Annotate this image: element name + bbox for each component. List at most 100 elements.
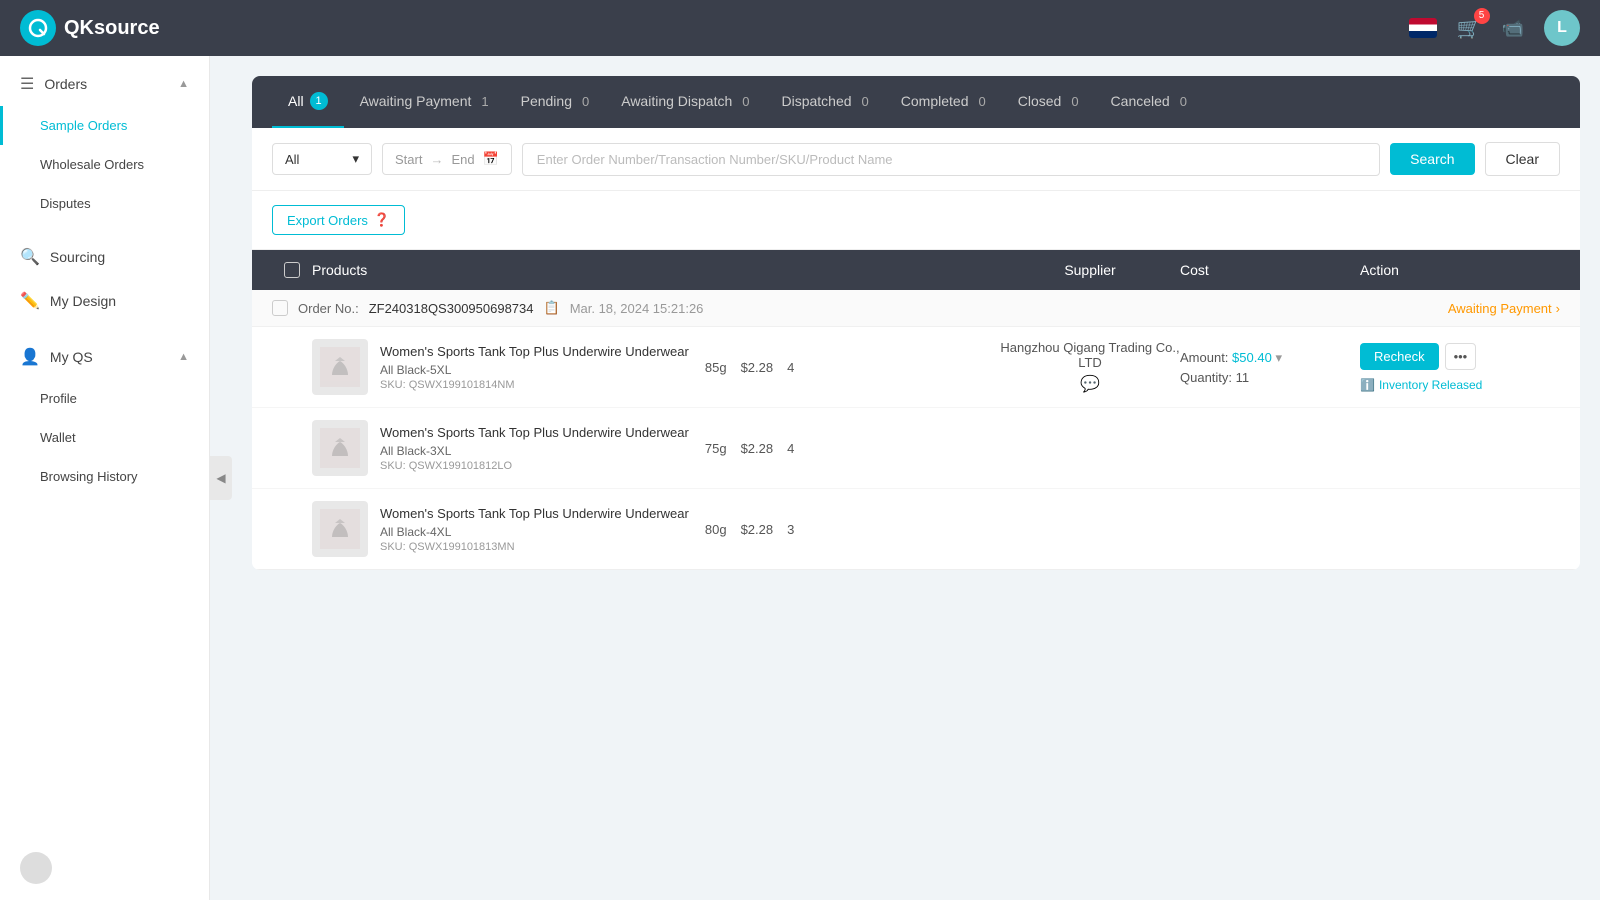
tab-all-label: All — [288, 93, 304, 109]
sidebar-item-myqs[interactable]: 👤 My QS ▲ — [0, 335, 209, 379]
sidebar-item-sample-orders[interactable]: Sample Orders — [0, 106, 209, 145]
language-flag[interactable] — [1409, 18, 1437, 38]
user-avatar[interactable]: L — [1544, 10, 1580, 46]
product-price-1: $2.28 — [741, 360, 774, 375]
product-image-1 — [312, 339, 368, 395]
order-copy-icon[interactable]: 📋 — [544, 300, 560, 316]
tab-all[interactable]: All 1 — [272, 76, 344, 128]
clear-button[interactable]: Clear — [1485, 142, 1560, 176]
product-image-2 — [312, 420, 368, 476]
sidebar-item-wholesale-orders-label: Wholesale Orders — [40, 157, 144, 172]
export-row: Export Orders ❓ — [252, 191, 1580, 250]
sidebar-section-sourcing: 🔍 Sourcing ✏️ My Design — [0, 229, 209, 329]
product-cell-2: Women's Sports Tank Top Plus Underwire U… — [312, 420, 1000, 476]
product-meta-3: 80g $2.28 3 — [705, 522, 794, 537]
cost-expand-icon[interactable]: ▾ — [1275, 350, 1282, 365]
product-weight-2: 75g — [705, 441, 727, 456]
sidebar-item-orders[interactable]: ☰ Orders ▲ — [0, 62, 209, 106]
sidebar-item-sourcing-label: Sourcing — [50, 249, 105, 265]
sidebar-item-profile[interactable]: Profile — [0, 379, 209, 418]
sidebar-item-mydesign-label: My Design — [50, 293, 116, 309]
cart-button[interactable]: 🛒 5 — [1457, 16, 1482, 41]
sidebar-item-mydesign[interactable]: ✏️ My Design — [0, 279, 209, 323]
product-qty-1: 4 — [787, 360, 794, 375]
logo[interactable]: QKsource — [20, 10, 160, 46]
product-name-3: Women's Sports Tank Top Plus Underwire U… — [380, 506, 689, 521]
tabs-row: All 1 Awaiting Payment 1 Pending 0 Await… — [252, 76, 1580, 128]
tab-closed[interactable]: Closed 0 — [1002, 77, 1095, 127]
search-input[interactable] — [522, 143, 1380, 176]
more-options-button[interactable]: ••• — [1445, 343, 1477, 370]
tab-dispatched[interactable]: Dispatched 0 — [766, 77, 885, 127]
amount-label: Amount: — [1180, 350, 1228, 365]
order-status[interactable]: Awaiting Payment › — [1448, 301, 1560, 316]
product-cell-1: Women's Sports Tank Top Plus Underwire U… — [312, 339, 1000, 395]
inventory-released[interactable]: ℹ️ Inventory Released — [1360, 378, 1482, 392]
tab-awaiting-dispatch-count: 0 — [742, 94, 749, 109]
sidebar: ☰ Orders ▲ Sample Orders Wholesale Order… — [0, 56, 210, 900]
sidebar-section-orders: ☰ Orders ▲ Sample Orders Wholesale Order… — [0, 56, 209, 229]
info-icon: ℹ️ — [1360, 378, 1375, 392]
order-checkbox-cell — [272, 300, 288, 316]
sidebar-user — [0, 836, 209, 900]
tab-pending[interactable]: Pending 0 — [505, 77, 606, 127]
inventory-released-label: Inventory Released — [1379, 378, 1482, 392]
sidebar-item-browsing-history[interactable]: Browsing History — [0, 457, 209, 496]
product-weight-1: 85g — [705, 360, 727, 375]
product-price-3: $2.28 — [741, 522, 774, 537]
date-arrow-icon: → — [430, 152, 443, 167]
quantity-value: 11 — [1236, 370, 1250, 385]
product-variant-3: All Black-4XL — [380, 525, 689, 539]
recheck-button[interactable]: Recheck — [1360, 343, 1439, 370]
product-image-3 — [312, 501, 368, 557]
sidebar-item-wallet[interactable]: Wallet — [0, 418, 209, 457]
sidebar-item-sample-orders-label: Sample Orders — [40, 118, 127, 133]
tab-closed-count: 0 — [1071, 94, 1078, 109]
product-row-2: Women's Sports Tank Top Plus Underwire U… — [252, 408, 1580, 489]
product-qty-3: 3 — [787, 522, 794, 537]
search-button[interactable]: Search — [1390, 143, 1474, 175]
supplier-name: Hangzhou Qigang Trading Co., LTD — [1000, 340, 1180, 370]
header-checkbox-cell — [272, 262, 312, 278]
app-name: QKsource — [64, 17, 160, 40]
video-icon[interactable]: 📹 — [1502, 18, 1524, 39]
logo-icon — [20, 10, 56, 46]
export-orders-button[interactable]: Export Orders ❓ — [272, 205, 405, 235]
select-all-checkbox[interactable] — [284, 262, 300, 278]
sidebar-item-sourcing[interactable]: 🔍 Sourcing — [0, 235, 209, 279]
topnav: QKsource 🛒 5 📹 L — [0, 0, 1600, 56]
quantity-label: Quantity: — [1180, 370, 1232, 385]
filter-select-value: All — [285, 152, 299, 167]
order-meta-row: Order No.: ZF240318QS300950698734 📋 Mar.… — [252, 290, 1580, 327]
orders-chevron: ▲ — [178, 78, 189, 90]
filter-select[interactable]: All ▾ — [272, 143, 372, 175]
tab-pending-label: Pending — [521, 93, 572, 109]
tab-awaiting-dispatch[interactable]: Awaiting Dispatch 0 — [605, 77, 765, 127]
supplier-chat-icon[interactable]: 💬 — [1000, 374, 1180, 394]
tab-canceled-label: Canceled — [1111, 93, 1170, 109]
order-no-label: Order No.: — [298, 301, 359, 316]
tab-canceled-count: 0 — [1180, 94, 1187, 109]
sidebar-item-browsing-history-label: Browsing History — [40, 469, 138, 484]
tab-completed-count: 0 — [978, 94, 985, 109]
main-content: All 1 Awaiting Payment 1 Pending 0 Await… — [232, 56, 1600, 900]
sidebar-item-disputes[interactable]: Disputes — [0, 184, 209, 223]
product-meta-2: 75g $2.28 4 — [705, 441, 794, 456]
tab-dispatched-count: 0 — [862, 94, 869, 109]
tab-completed[interactable]: Completed 0 — [885, 77, 1002, 127]
myqs-icon: 👤 — [20, 347, 40, 367]
product-variant-1: All Black-5XL — [380, 363, 689, 377]
cost-cell-1: Amount: $50.40 ▾ Quantity: 11 — [1180, 350, 1360, 385]
sidebar-item-orders-label: Orders — [44, 76, 87, 92]
tab-canceled[interactable]: Canceled 0 — [1095, 77, 1203, 127]
sidebar-item-wholesale-orders[interactable]: Wholesale Orders — [0, 145, 209, 184]
date-range-picker[interactable]: Start → End 📅 — [382, 143, 512, 175]
order-number[interactable]: ZF240318QS300950698734 — [369, 301, 534, 316]
tab-awaiting-payment[interactable]: Awaiting Payment 1 — [344, 77, 505, 127]
order-date: Mar. 18, 2024 15:21:26 — [570, 301, 704, 316]
cost-amount-row: Amount: $50.40 ▾ — [1180, 350, 1360, 366]
sidebar-collapse-button[interactable]: ◀ — [210, 456, 232, 500]
order-checkbox[interactable] — [272, 300, 288, 316]
sidebar-item-disputes-label: Disputes — [40, 196, 91, 211]
sidebar-item-wallet-label: Wallet — [40, 430, 76, 445]
